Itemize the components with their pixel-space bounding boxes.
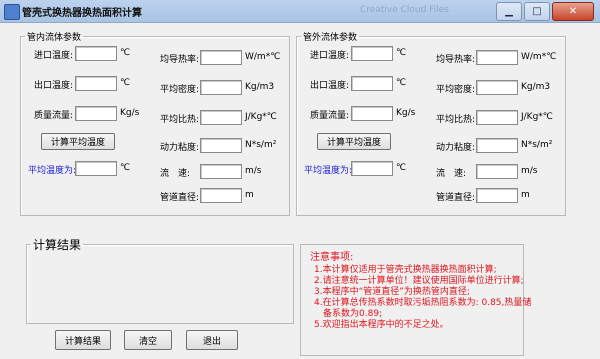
inner-pipe-diameter-label: 管道直径:: [160, 193, 200, 203]
outer-dyn-viscosity-label: 动力粘度:: [436, 143, 476, 153]
inner-thermal-cond-input[interactable]: [200, 50, 242, 65]
inner-thermal-cond-label: 均导热率:: [160, 55, 200, 65]
app-icon: [4, 4, 20, 20]
result-panel: 计算结果: [26, 236, 294, 324]
outer-thermal-cond-unit: W/m*℃: [521, 52, 557, 62]
outer-thermal-cond-input[interactable]: [476, 50, 518, 65]
window-title: 管壳式换热器换热面积计算: [22, 8, 142, 19]
outer-outlet-temp-input[interactable]: [351, 76, 393, 91]
outer-dyn-viscosity-unit: N*s/m²: [521, 140, 553, 150]
minimize-button[interactable]: ▁: [496, 2, 522, 21]
outer-pipe-diameter-input[interactable]: [476, 188, 518, 203]
notes-title: 注意事项:: [310, 252, 354, 263]
inner-thermal-cond-unit: W/m*℃: [245, 52, 281, 62]
outer-velocity-input[interactable]: [476, 164, 518, 179]
title-bar: 管壳式换热器换热面积计算 Creative Cloud Files ▁ □ ✕: [0, 0, 600, 23]
outer-avg-specific-heat-label: 平均比热:: [436, 115, 476, 125]
inner-avg-temp-button[interactable]: 计算平均温度: [41, 133, 115, 150]
outer-velocity-unit: m/s: [521, 166, 538, 176]
outer-thermal-cond-label: 均导热率:: [436, 55, 476, 65]
outer-outlet-temp-label: 出口温度:: [310, 81, 350, 91]
inner-avg-density-label: 平均密度:: [160, 85, 200, 95]
inner-inlet-temp-input[interactable]: [75, 46, 117, 61]
outer-velocity-label: 流 速:: [436, 169, 467, 179]
taskbar-overlay-text: Creative Cloud Files: [360, 5, 449, 15]
outer-avg-specific-heat-input[interactable]: [476, 110, 518, 125]
inner-avg-density-unit: Kg/m3: [245, 82, 275, 92]
outer-avg-density-unit: Kg/m3: [521, 82, 551, 92]
close-button[interactable]: ✕: [552, 2, 594, 21]
outer-outlet-temp-unit: ℃: [396, 78, 407, 88]
inner-mass-flow-input[interactable]: [75, 106, 117, 121]
inner-avg-temp-output: [75, 161, 117, 176]
inner-avg-specific-heat-label: 平均比热:: [160, 115, 200, 125]
exit-button[interactable]: 退出: [186, 330, 238, 350]
outer-dyn-viscosity-input[interactable]: [476, 138, 518, 153]
inner-avg-specific-heat-unit: J/Kg*℃: [245, 112, 277, 122]
inner-mass-flow-label: 质量流量:: [34, 111, 74, 121]
outer-fluid-legend: 管外流体参数: [303, 33, 358, 43]
outer-inlet-temp-unit: ℃: [396, 48, 407, 58]
outer-pipe-diameter-label: 管道直径:: [436, 193, 476, 203]
calculate-button[interactable]: 计算结果: [55, 330, 111, 350]
inner-dyn-viscosity-input[interactable]: [200, 138, 242, 153]
inner-outlet-temp-unit: ℃: [120, 78, 131, 88]
inner-dyn-viscosity-label: 动力粘度:: [160, 143, 200, 153]
outer-avg-density-label: 平均密度:: [436, 85, 476, 95]
inner-velocity-unit: m/s: [245, 166, 262, 176]
inner-pipe-diameter-input[interactable]: [200, 188, 242, 203]
inner-dyn-viscosity-unit: N*s/m²: [245, 140, 277, 150]
outer-mass-flow-input[interactable]: [351, 106, 393, 121]
inner-inlet-temp-unit: ℃: [120, 48, 131, 58]
inner-avg-temp-unit: ℃: [120, 163, 131, 173]
maximize-button[interactable]: □: [524, 2, 550, 21]
outer-avg-temp-button[interactable]: 计算平均温度: [317, 133, 391, 150]
notes-line-6: 5.欢迎指出本程序中的不足之处。: [314, 320, 449, 330]
inner-mass-flow-unit: Kg/s: [120, 108, 140, 118]
inner-avg-temp-label: 平均温度为:: [28, 166, 77, 176]
clear-button[interactable]: 清空: [124, 330, 172, 350]
inner-outlet-temp-label: 出口温度:: [34, 81, 74, 91]
inner-velocity-label: 流 速:: [160, 169, 191, 179]
outer-avg-temp-output: [351, 161, 393, 176]
outer-avg-temp-unit: ℃: [396, 163, 407, 173]
inner-pipe-diameter-unit: m: [245, 190, 254, 200]
inner-fluid-legend: 管内流体参数: [27, 33, 82, 43]
outer-avg-density-input[interactable]: [476, 80, 518, 95]
outer-avg-specific-heat-unit: J/Kg*℃: [521, 112, 553, 122]
inner-inlet-temp-label: 进口温度:: [34, 51, 74, 61]
inner-avg-specific-heat-input[interactable]: [200, 110, 242, 125]
inner-avg-density-input[interactable]: [200, 80, 242, 95]
outer-pipe-diameter-unit: m: [521, 190, 530, 200]
outer-mass-flow-unit: Kg/s: [396, 108, 416, 118]
result-legend: 计算结果: [33, 238, 82, 252]
outer-mass-flow-label: 质量流量:: [310, 111, 350, 121]
outer-inlet-temp-input[interactable]: [351, 46, 393, 61]
inner-outlet-temp-input[interactable]: [75, 76, 117, 91]
outer-avg-temp-label: 平均温度为:: [304, 166, 353, 176]
outer-inlet-temp-label: 进口温度:: [310, 51, 350, 61]
inner-velocity-input[interactable]: [200, 164, 242, 179]
